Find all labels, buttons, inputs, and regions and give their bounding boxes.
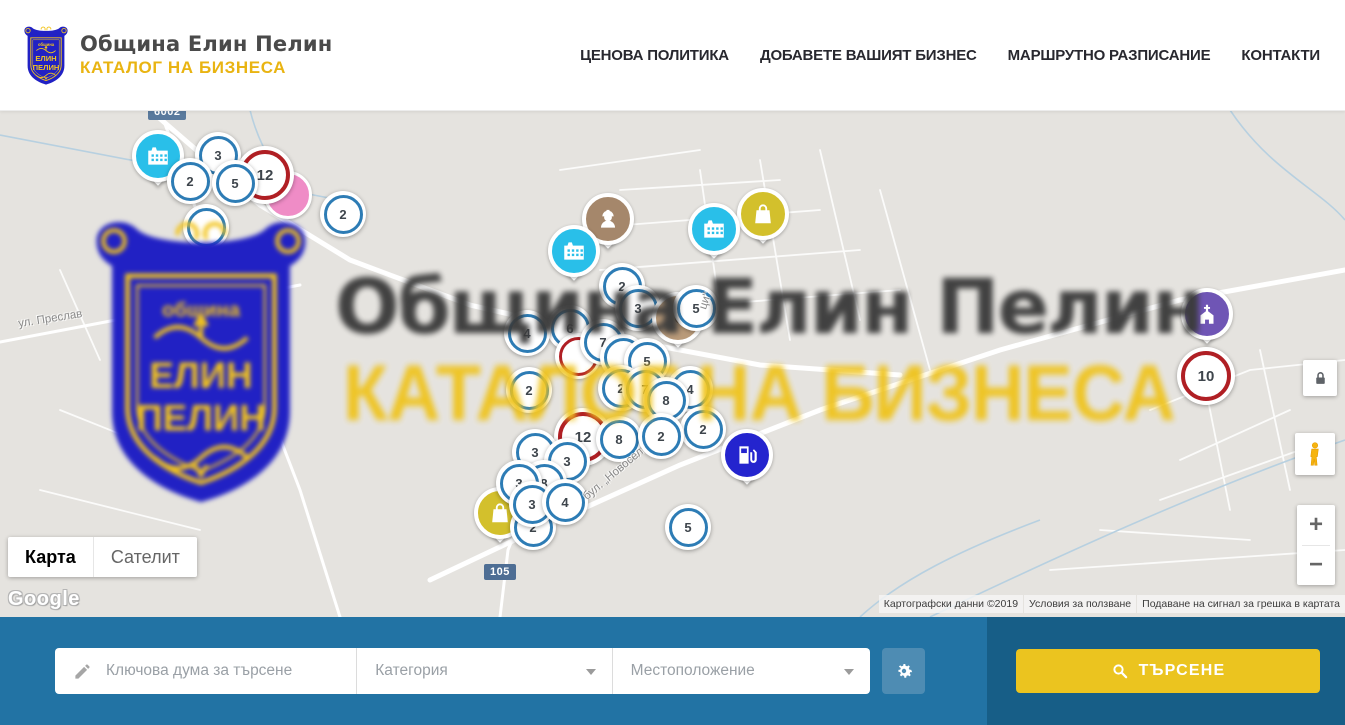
cluster-marker[interactable] (183, 204, 229, 250)
cluster-ring: 2 (642, 417, 681, 456)
cluster-count: 3 (214, 148, 221, 163)
cluster-marker[interactable]: 5 (673, 285, 719, 331)
church-icon (1181, 288, 1233, 340)
pegman-icon (1304, 441, 1326, 467)
keyword-field (55, 648, 356, 694)
nav-item-add-business[interactable]: ДОБАВЕТЕ ВАШИЯТ БИЗНЕС (760, 47, 977, 64)
cluster-count: 4 (523, 326, 530, 341)
cluster-count: 2 (699, 422, 706, 437)
header: Община Елин Пелин КАТАЛОГ НА БИЗНЕСА ЦЕН… (0, 0, 1345, 111)
bag-icon (737, 188, 789, 240)
chevron-down-icon (586, 669, 596, 675)
nav-item-contacts[interactable]: КОНТАКТИ (1241, 47, 1320, 64)
map-type-map-button[interactable]: Карта (8, 537, 93, 577)
cluster-count: 12 (257, 167, 274, 184)
cluster-count: 5 (231, 176, 238, 191)
factory-pin[interactable] (548, 225, 600, 291)
location-select-label: Местоположение (631, 662, 755, 680)
attribution-report-error-link[interactable]: Подаване на сигнал за грешка в картата (1137, 595, 1345, 613)
cluster-marker[interactable]: 2 (638, 413, 684, 459)
google-map[interactable]: 312252235647522748212823383234510 6002 1… (0, 110, 1345, 617)
attribution-terms-link[interactable]: Условия за ползване (1024, 595, 1136, 613)
chevron-down-icon (844, 669, 854, 675)
cluster-ring: 2 (171, 162, 210, 201)
category-select-label: Категория (375, 662, 447, 680)
main-nav: ЦЕНОВА ПОЛИТИКА ДОБАВЕТЕ ВАШИЯТ БИЗНЕС М… (580, 0, 1320, 110)
cluster-marker[interactable]: 5 (212, 160, 258, 206)
site-subtitle: КАТАЛОГ НА БИЗНЕСА (80, 58, 333, 78)
attribution-copyright: Картографски данни ©2019 (879, 595, 1023, 613)
fuel-icon (721, 429, 773, 481)
cluster-count: 10 (1198, 368, 1215, 385)
cluster-ring (187, 208, 226, 247)
gear-icon (893, 660, 915, 682)
markers-layer: 312252235647522748212823383234510 (0, 110, 1345, 617)
cluster-marker[interactable]: 4 (542, 479, 588, 525)
search-fields-group: Категория Местоположение (55, 648, 870, 694)
cluster-ring: 5 (669, 508, 708, 547)
cluster-count: 4 (561, 495, 568, 510)
fuel-pin[interactable] (721, 429, 773, 495)
google-logo[interactable]: Google (8, 588, 80, 611)
cluster-marker[interactable]: 2 (320, 191, 366, 237)
cluster-count: 3 (634, 301, 641, 316)
factory-icon (548, 225, 600, 277)
map-attribution: Картографски данни ©2019 Условия за полз… (879, 595, 1345, 613)
cluster-marker[interactable]: 2 (680, 406, 726, 452)
cluster-count: 2 (525, 383, 532, 398)
cluster-ring: 4 (508, 314, 547, 353)
location-select[interactable]: Местоположение (612, 648, 870, 694)
cluster-marker[interactable]: 5 (665, 504, 711, 550)
map-type-control: Карта Сателит (8, 537, 197, 577)
cluster-count: 2 (186, 174, 193, 189)
search-button-label: ТЪРСЕНЕ (1139, 662, 1226, 680)
cluster-count: 3 (563, 454, 570, 469)
cluster-marker[interactable]: 2 (506, 367, 552, 413)
site-title: Община Елин Пелин (80, 32, 333, 56)
search-button[interactable]: ТЪРСЕНЕ (1016, 649, 1320, 693)
fullscreen-lock-button[interactable] (1303, 360, 1337, 396)
road-badge-105: 105 (484, 564, 516, 580)
nav-item-route-schedule[interactable]: МАРШРУТНО РАЗПИСАНИЕ (1008, 47, 1211, 64)
lock-icon (1312, 370, 1329, 387)
cluster-ring: 10 (1181, 351, 1231, 401)
search-icon (1111, 662, 1129, 680)
cluster-count: 3 (528, 497, 535, 512)
site-logo[interactable]: Община Елин Пелин КАТАЛОГ НА БИЗНЕСА (22, 24, 333, 86)
search-bar: Категория Местоположение ТЪРСЕНЕ (0, 617, 1345, 725)
factory-icon (688, 203, 740, 255)
street-view-pegman-button[interactable] (1295, 433, 1335, 475)
cluster-count: 8 (615, 432, 622, 447)
cluster-count: 5 (684, 520, 691, 535)
cluster-count: 2 (657, 429, 664, 444)
advanced-settings-button[interactable] (882, 648, 925, 694)
cluster-count: 8 (662, 393, 669, 408)
cluster-marker[interactable]: 2 (167, 158, 213, 204)
keyword-search-input[interactable] (104, 661, 338, 681)
cluster-marker[interactable]: 10 (1177, 347, 1235, 405)
church-pin[interactable] (1181, 288, 1233, 354)
zoom-in-button[interactable]: + (1297, 505, 1335, 545)
cluster-count: 3 (531, 445, 538, 460)
cluster-count: 2 (339, 207, 346, 222)
category-select[interactable]: Категория (356, 648, 611, 694)
cluster-ring: 2 (324, 195, 363, 234)
zoom-out-button[interactable]: − (1297, 546, 1335, 586)
factory-pin[interactable] (688, 203, 740, 269)
bag-pin[interactable] (737, 188, 789, 254)
cluster-ring: 5 (216, 164, 255, 203)
map-type-satellite-button[interactable]: Сателит (93, 537, 197, 577)
zoom-control: + − (1297, 505, 1335, 585)
municipality-emblem-icon (22, 24, 70, 86)
cluster-ring: 4 (546, 483, 585, 522)
cluster-ring: 2 (684, 410, 723, 449)
pencil-icon (73, 662, 92, 681)
nav-item-pricing[interactable]: ЦЕНОВА ПОЛИТИКА (580, 47, 729, 64)
cluster-ring: 2 (510, 371, 549, 410)
cluster-marker[interactable]: 4 (504, 310, 550, 356)
